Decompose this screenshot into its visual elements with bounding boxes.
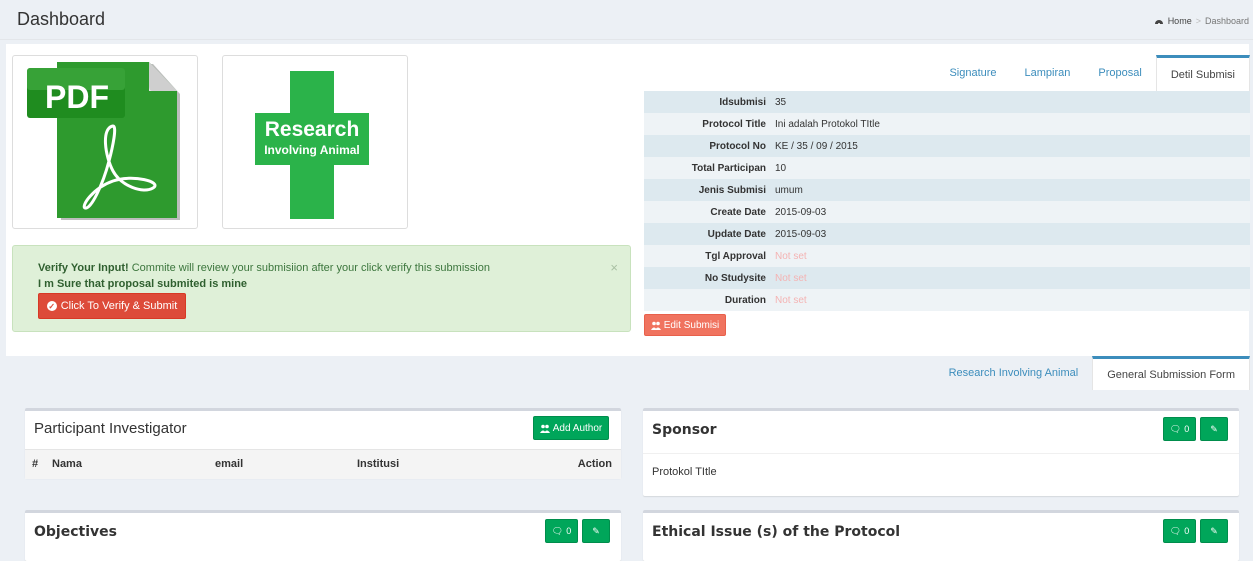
ethical-title: Ethical Issue (s) of the Protocol [652, 524, 901, 540]
close-icon[interactable]: × [610, 260, 618, 275]
row-label: Update Date [707, 228, 766, 240]
tab-signature[interactable]: Signature [935, 55, 1010, 91]
ethical-issue-box: Ethical Issue (s) of the Protocol 🗨 0 ✎ [643, 510, 1239, 561]
users-icon [539, 424, 550, 433]
edit-button[interactable]: ✎ [1200, 417, 1228, 441]
row-label: Jenis Submisi [698, 184, 766, 196]
ria-label-line2: Involving Animal [264, 143, 360, 157]
table-row: No Studysite Not set [644, 267, 1250, 289]
table-row: Create Date 2015-09-03 [644, 201, 1250, 223]
row-label: No Studysite [704, 272, 766, 284]
submission-detail-table: Idsubmisi 35 Protocol Title Ini adalah Pro… [644, 91, 1250, 311]
page-title: Dashboard [17, 9, 106, 29]
dashboard-icon [1154, 20, 1163, 25]
table-row: Update Date 2015-09-03 [644, 223, 1250, 245]
comment-count-button[interactable]: 🗨 0 [1163, 519, 1196, 543]
sponsor-content: Protokol TItle [652, 466, 717, 478]
table-row: Idsubmisi 35 [644, 91, 1250, 113]
verify-alert: Verify Your Input! Commite will review y… [12, 245, 631, 332]
column-header-number: # [32, 458, 39, 470]
comment-icon: 🗨 [551, 525, 564, 536]
pdf-file-icon: PDF [27, 62, 180, 220]
row-value: 35 [775, 96, 787, 108]
tab-lampiran[interactable]: Lampiran [1011, 55, 1085, 91]
participant-title: Participant Investigator [34, 420, 187, 437]
participant-table-header: # Nama email Institusi Action [25, 449, 621, 479]
row-label: Protocol Title [702, 118, 766, 130]
row-label: Total Participan [691, 162, 766, 174]
comment-count-button[interactable]: 🗨 0 [1163, 417, 1196, 441]
table-row: Tgl Approval Not set [644, 245, 1250, 267]
row-value: Not set [775, 250, 807, 262]
edit-icon: ✎ [1210, 423, 1218, 434]
objectives-box: Objectives 🗨 0 ✎ [25, 510, 621, 561]
row-value: Not set [775, 272, 807, 284]
column-header-nama: Nama [52, 458, 82, 470]
comment-icon: 🗨 [1169, 423, 1182, 434]
row-value: KE / 35 / 09 / 2015 [775, 140, 858, 152]
row-value: 2015-09-03 [775, 206, 827, 218]
comment-count: 0 [1184, 424, 1190, 434]
verify-submit-label: Click To Verify & Submit [60, 300, 178, 312]
edit-submisi-label: Edit Submisi [663, 319, 720, 331]
tab-proposal[interactable]: Proposal [1084, 55, 1155, 91]
add-author-button[interactable]: Add Author [533, 416, 609, 440]
row-value: Not set [775, 294, 807, 306]
check-circle-icon: ✓ [46, 301, 57, 311]
row-value: umum [775, 184, 803, 196]
divider [643, 453, 1239, 454]
breadcrumb: Home > Dashboard [1154, 16, 1249, 26]
edit-button[interactable]: ✎ [1200, 519, 1228, 543]
participant-investigator-box: Participant Investigator Add Author # Na… [25, 408, 621, 479]
edit-icon: ✎ [592, 525, 600, 536]
breadcrumb-separator: > [1195, 16, 1201, 26]
sponsor-box: Sponsor 🗨 0 ✎ Protokol TItle [643, 408, 1239, 496]
pdf-label: PDF [45, 79, 109, 115]
row-label: Protocol No [709, 140, 766, 152]
sponsor-title: Sponsor [652, 422, 717, 438]
alert-text: Commite will review your submisiion afte… [128, 262, 490, 274]
edit-submisi-button[interactable]: Edit Submisi [644, 314, 726, 336]
edit-button[interactable]: ✎ [582, 519, 610, 543]
verify-submit-button[interactable]: ✓ Click To Verify & Submit [38, 293, 186, 319]
column-header-email: email [215, 458, 244, 470]
detail-tabs: Signature Lampiran Proposal Detil Submis… [644, 55, 1250, 91]
research-cross-icon: Research Involving Animal [255, 71, 369, 219]
table-row: Protocol Title Ini adalah Protokol TItle [644, 113, 1250, 135]
row-label: Idsubmisi [719, 96, 766, 108]
pdf-thumbnail[interactable]: PDF [12, 55, 198, 229]
alert-strong: Verify Your Input! [38, 262, 129, 274]
form-tabs: Research Involving Animal General Submis… [644, 356, 1250, 390]
row-value: 10 [775, 162, 787, 174]
column-header-action: Action [577, 458, 612, 470]
row-label: Duration [724, 294, 766, 306]
ria-thumbnail[interactable]: Research Involving Animal [222, 55, 408, 229]
comment-count-button[interactable]: 🗨 0 [545, 519, 578, 543]
alert-confirm-text: I m Sure that proposal submited is mine [38, 278, 248, 290]
comment-icon: 🗨 [1169, 525, 1182, 536]
tab-general-submission-form[interactable]: General Submission Form [1092, 356, 1250, 390]
table-row: Protocol No KE / 35 / 09 / 2015 [644, 135, 1250, 157]
table-row: Total Participan 10 [644, 157, 1250, 179]
alert-message: Verify Your Input! Commite will review y… [38, 262, 490, 274]
row-label: Tgl Approval [705, 250, 766, 262]
table-row: Duration Not set [644, 289, 1250, 311]
add-author-label: Add Author [552, 422, 603, 434]
comment-count: 0 [566, 526, 572, 536]
row-value: 2015-09-03 [775, 228, 827, 240]
tab-research-involving-animal[interactable]: Research Involving Animal [935, 356, 1093, 390]
objectives-title: Objectives [34, 524, 117, 540]
ria-label-line1: Research [265, 118, 360, 141]
edit-icon: ✎ [1210, 525, 1218, 536]
breadcrumb-home[interactable]: Home [1168, 16, 1192, 26]
content-header: Dashboard Home > Dashboard [0, 0, 1253, 40]
row-value: Ini adalah Protokol TItle [775, 118, 880, 130]
breadcrumb-current: Dashboard [1204, 16, 1249, 26]
row-label: Create Date [710, 206, 766, 218]
comment-count: 0 [1184, 526, 1190, 536]
table-row: Jenis Submisi umum [644, 179, 1250, 201]
tab-detil-submisi[interactable]: Detil Submisi [1155, 55, 1250, 91]
users-icon [650, 321, 661, 330]
column-header-institusi: Institusi [357, 458, 400, 470]
